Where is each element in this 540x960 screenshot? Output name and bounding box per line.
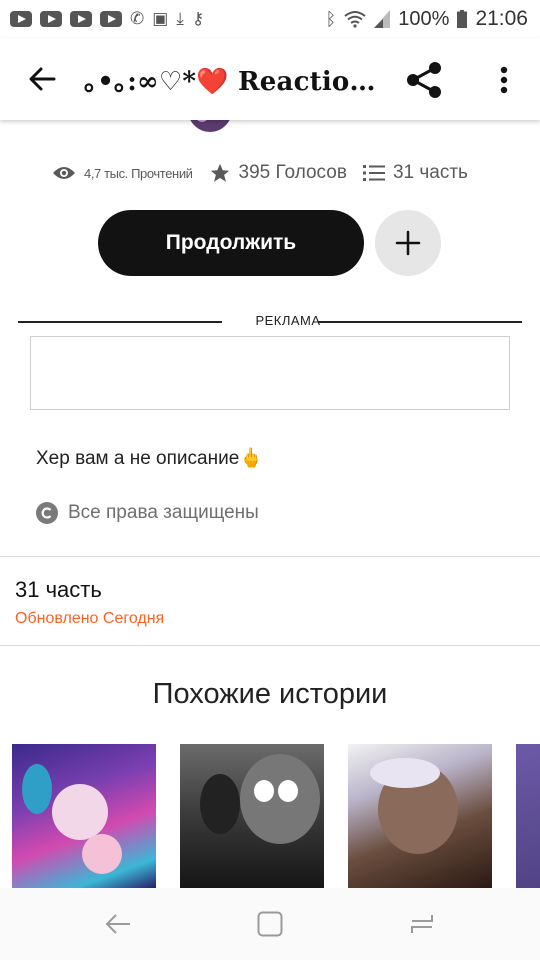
nav-back-icon (105, 914, 130, 934)
ad-divider-left (18, 321, 222, 323)
app-bar: ｡•｡:∞♡*❤️ Reactio… (0, 38, 540, 120)
similar-story-cover[interactable] (180, 744, 324, 888)
star-icon (210, 163, 229, 182)
eye-icon (53, 167, 75, 179)
youtube-icon (70, 11, 92, 27)
similar-stories-heading: Похожие истории (152, 678, 388, 710)
nav-recents-icon (411, 915, 433, 933)
continue-reading-button[interactable]: Продолжить (98, 210, 364, 276)
youtube-icon (100, 11, 122, 27)
nav-home-icon (257, 911, 283, 937)
status-system: ᛒ 100% 21:06 (325, 7, 528, 31)
parts-count: 31 часть (392, 162, 468, 183)
nav-back-button[interactable] (98, 904, 138, 944)
section-divider (0, 556, 540, 557)
ad-divider-right (318, 321, 522, 323)
toc-parts-count[interactable]: 31 часть (15, 577, 102, 603)
nav-home-button[interactable] (250, 904, 290, 944)
votes-count: 395 Голосов (238, 162, 347, 183)
reads-count: 4,7 тыс. Прочтений (84, 165, 193, 181)
signal-icon (374, 10, 391, 28)
bluetooth-icon: ᛒ (325, 9, 337, 29)
story-description: Хер вам а не описание🖕 (36, 448, 263, 469)
copyright-icon (36, 502, 58, 524)
share-button[interactable] (400, 56, 448, 104)
section-divider (0, 645, 540, 646)
similar-stories-carousel[interactable] (12, 744, 540, 888)
download-icon: ⤓ (176, 9, 184, 28)
nav-recents-button[interactable] (402, 904, 442, 944)
share-icon (407, 62, 441, 98)
arrow-left-icon (29, 67, 56, 91)
similar-story-cover[interactable] (348, 744, 492, 888)
ad-label-row: РЕКЛАМА (18, 310, 522, 334)
toc-updated-label: Обновлено Сегодня (15, 610, 165, 627)
back-button[interactable] (0, 38, 84, 120)
ad-banner[interactable] (30, 336, 510, 410)
list-icon (362, 165, 385, 181)
clock: 21:06 (475, 7, 528, 30)
wifi-icon (344, 11, 366, 28)
status-notifications: ✆ ▣ ⤓ ⚷ (10, 9, 205, 28)
copyright-notice: Все права защищены (36, 502, 259, 524)
youtube-icon (10, 11, 32, 27)
status-bar: ✆ ▣ ⤓ ⚷ ᛒ 100% 21:06 (0, 0, 540, 38)
copyright-text: Все права защищены (68, 502, 259, 523)
key-icon: ⚷ (191, 9, 205, 28)
similar-story-cover[interactable] (12, 744, 156, 888)
votes-stat: 395 Голосов (209, 162, 347, 184)
more-options-button[interactable] (484, 56, 524, 104)
missed-call-icon: ✆ (130, 9, 145, 28)
story-title: ｡•｡:∞♡*❤️ Reactio… (84, 66, 374, 97)
reads-stat: 4,7 тыс. Прочтений (52, 165, 193, 181)
system-navigation-bar (0, 888, 540, 960)
youtube-icon (40, 11, 62, 27)
parts-stat: 31 часть (362, 162, 468, 184)
plus-icon (395, 230, 421, 256)
more-vertical-icon (500, 66, 508, 94)
story-stats: 4,7 тыс. Прочтений 395 Голосов 31 часть (52, 158, 512, 188)
add-to-library-button[interactable] (375, 210, 441, 276)
image-icon: ▣ (152, 9, 169, 28)
battery-percent: 100% (398, 7, 450, 30)
battery-icon (457, 10, 468, 28)
similar-story-cover[interactable] (516, 744, 540, 888)
